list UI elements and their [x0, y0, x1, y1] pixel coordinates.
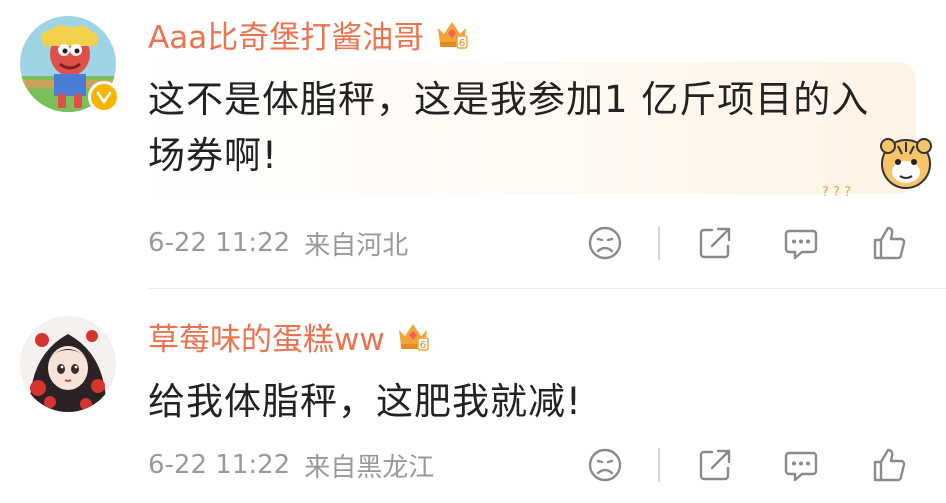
username[interactable]: 草莓味的蛋糕ww [148, 314, 385, 359]
sticker-marks: ? ? ? [822, 185, 851, 200]
comment-item: Aaa比奇堡打酱油哥 6 这不是体脂秤，这是我参加1 亿斤项目的入场券啊! ? … [0, 0, 946, 285]
comment-location: 来自黑龙江 [304, 452, 435, 483]
crown-badge-icon[interactable]: 6 [434, 16, 470, 52]
comment-text: 给我体脂秤，这肥我就减! [148, 380, 582, 423]
comment-icon[interactable] [782, 446, 820, 484]
comment-meta: 6-22 11:22 来自河北 [148, 220, 946, 266]
comment-icon[interactable] [782, 224, 820, 262]
action-bar [586, 220, 946, 266]
avatar-image [20, 316, 116, 412]
level-number: 6 [459, 38, 465, 49]
share-icon[interactable] [696, 446, 734, 484]
comment-list: Aaa比奇堡打酱油哥 6 这不是体脂秤，这是我参加1 亿斤项目的入场券啊! ? … [0, 0, 946, 503]
verified-badge-icon [88, 81, 120, 113]
comment-text: 这不是体脂秤，这是我参加1 亿斤项目的入场券啊! [148, 78, 870, 177]
comment-divider [148, 288, 946, 289]
thumbs-up-icon[interactable] [870, 446, 908, 484]
avatar[interactable] [20, 316, 116, 412]
comment-meta: 6-22 11:22 来自黑龙江 [148, 442, 946, 488]
comment-time: 6-22 11:22 [148, 450, 291, 480]
action-bar [586, 442, 946, 488]
comment-time: 6-22 11:22 [148, 228, 291, 258]
crown-badge-icon[interactable]: 6 [395, 318, 431, 354]
level-number: 6 [420, 340, 426, 351]
action-divider [658, 226, 660, 260]
comment-item: 草莓味的蛋糕ww 6 给我体脂秤，这肥我就减! 6-22 11:22 来自黑龙江 [0, 292, 946, 503]
username-row: 草莓味的蛋糕ww 6 [148, 314, 431, 358]
action-divider [658, 448, 660, 482]
sad-face-icon[interactable] [586, 446, 624, 484]
comment-location: 来自河北 [304, 230, 409, 261]
tiger-sticker: ? ? ? [818, 132, 938, 202]
sad-face-icon[interactable] [586, 224, 624, 262]
share-icon[interactable] [696, 224, 734, 262]
thumbs-up-icon[interactable] [870, 224, 908, 262]
username-row: Aaa比奇堡打酱油哥 6 [148, 12, 470, 56]
username[interactable]: Aaa比奇堡打酱油哥 [148, 12, 424, 57]
